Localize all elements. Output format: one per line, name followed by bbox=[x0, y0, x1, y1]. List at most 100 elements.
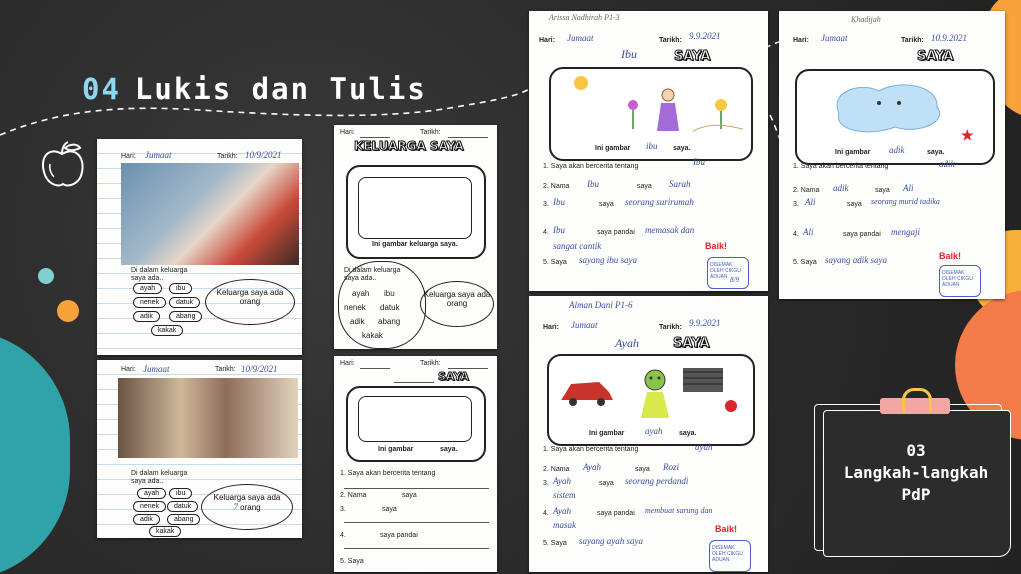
answer-3b: seorang murid tadika bbox=[871, 197, 940, 206]
question-3: 3. bbox=[340, 506, 346, 513]
hari-value: Jumaat bbox=[567, 33, 594, 43]
family-count-text: Keluarga saya ada bbox=[423, 290, 491, 299]
teacher-stamp: DISEMAK OLEH CIKGU ADUAN 8/9 bbox=[707, 257, 749, 289]
child-drawing-ibu bbox=[574, 76, 744, 132]
child-drawing-ayah bbox=[561, 368, 737, 418]
word-ibu: ibu bbox=[169, 488, 193, 499]
word-datuk: datuk bbox=[167, 501, 199, 512]
family-count-text: Keluarga saya ada bbox=[216, 288, 284, 297]
question-4-saya-pandai: saya pandai bbox=[380, 532, 418, 539]
caption: Ini gambar bbox=[835, 149, 871, 156]
orang-text: orang bbox=[240, 503, 261, 512]
question-3-saya: saya bbox=[599, 201, 614, 208]
word-nenek: nenek bbox=[344, 303, 366, 312]
teacher-stamp: DISEMAK OLEH CIKGU ADUAN bbox=[939, 265, 981, 297]
question-2: 2. Nama bbox=[543, 466, 570, 473]
question-1: 1. Saya akan bercerita tentang bbox=[543, 163, 639, 170]
answer-5: sayang adik saya bbox=[825, 255, 887, 265]
question-1: 1. Saya akan bercerita tentang bbox=[543, 446, 639, 453]
stamp-text: DISEMAK OLEH CIKGU ADUAN bbox=[942, 270, 973, 288]
answer-2b: Sarah bbox=[669, 179, 691, 189]
caption-end: saya. bbox=[927, 149, 945, 156]
answer-3a: Ayah bbox=[553, 476, 571, 486]
caption: Ini gambar bbox=[589, 430, 625, 437]
paper-clip-icon bbox=[902, 388, 932, 413]
word-abang: abang bbox=[169, 311, 203, 322]
family-prompt: Di dalam keluarga saya ada.. bbox=[344, 267, 401, 282]
next-section-card-text[interactable]: 03 Langkah-langkah PdP bbox=[823, 440, 1009, 506]
tarikh-label: Tarikh: bbox=[659, 324, 682, 331]
teacher-praise: Baik! bbox=[715, 524, 738, 534]
slide-title: 04 Lukis dan Tulis bbox=[82, 72, 427, 106]
slide-title-number: 04 bbox=[82, 72, 121, 106]
tarikh-value: 10/9/2021 bbox=[245, 150, 282, 160]
caption: Ini gambar keluarga saya. bbox=[372, 241, 458, 248]
family-count-oval: Keluarga saya ada orang bbox=[205, 279, 295, 325]
word-kakak: kakak bbox=[362, 331, 383, 340]
question-3-saya: saya bbox=[382, 506, 397, 513]
hari-value: Jumaat bbox=[571, 320, 598, 330]
question-5: 5. Saya bbox=[543, 259, 567, 266]
word-ibu: ibu bbox=[384, 289, 395, 298]
question-2-saya: saya bbox=[875, 187, 890, 194]
teacher-praise: Baik! bbox=[705, 241, 728, 251]
word-kakak: kakak bbox=[149, 526, 182, 537]
question-1: 1. Saya akan bercerita tentang bbox=[340, 470, 436, 477]
tarikh-label: Tarikh: bbox=[420, 129, 441, 136]
question-5: 5. Saya bbox=[340, 558, 364, 565]
caption-end: saya. bbox=[679, 430, 697, 437]
word-ayah: ayah bbox=[352, 289, 370, 298]
tarikh-label: Tarikh: bbox=[659, 37, 682, 44]
question-4: 4. bbox=[543, 510, 549, 517]
answer-4b: membuat sarung dan bbox=[645, 506, 713, 515]
blank-keluarga-worksheet: Hari: Tarikh: KELUARGA SAYA Ini gambar k… bbox=[334, 125, 497, 349]
question-2-saya: saya bbox=[637, 183, 652, 190]
question-4-saya-pandai: saya pandai bbox=[843, 231, 881, 238]
answer-2a: Ayah bbox=[583, 462, 601, 472]
hari-label: Hari: bbox=[340, 129, 355, 136]
slide-title-text: Lukis dan Tulis bbox=[134, 72, 427, 106]
drawing-frame: ★ Ini gambar adik saya. bbox=[795, 69, 995, 165]
answer-4b: mengaji bbox=[891, 227, 920, 237]
worksheet-heading: SAYA bbox=[672, 336, 710, 352]
card-line-2: PdP bbox=[901, 485, 931, 504]
answer-4a: Ibu bbox=[553, 225, 565, 235]
answer-2a: Ibu bbox=[587, 179, 599, 189]
hari-label: Hari: bbox=[539, 37, 555, 44]
orang-text: orang bbox=[239, 297, 261, 306]
tarikh-label: Tarikh: bbox=[215, 366, 236, 373]
question-5: 5. Saya bbox=[793, 259, 817, 266]
question-1: 1. Saya akan bercerita tentang bbox=[793, 163, 889, 170]
hari-label: Hari: bbox=[121, 366, 136, 373]
hari-label: Hari: bbox=[543, 324, 559, 331]
caption-end: saya. bbox=[440, 446, 458, 453]
orang-text: orang bbox=[446, 299, 468, 308]
answer-5: sayang ibu saya bbox=[579, 255, 637, 265]
answer-3b: seorang surirumah bbox=[625, 197, 694, 207]
word-kakak: kakak bbox=[151, 325, 184, 336]
answer-4a: Ali bbox=[803, 227, 814, 237]
caption-end: saya. bbox=[673, 145, 691, 152]
answer-5: sayang ayah saya bbox=[579, 536, 643, 546]
star-icon: ★ bbox=[961, 127, 974, 143]
question-4: 4. bbox=[793, 231, 799, 238]
hari-label: Hari: bbox=[121, 153, 136, 160]
word-abang: abang bbox=[378, 317, 401, 326]
tarikh-label: Tarikh: bbox=[217, 153, 238, 160]
answer-1: adik bbox=[939, 159, 955, 169]
family-count-oval: Keluarga saya ada 7 orang bbox=[201, 484, 293, 530]
question-2-saya: saya bbox=[635, 466, 650, 473]
completed-ibu-worksheet: Arissa Nadhirah P1-3 Hari: Jumaat Tarikh… bbox=[529, 11, 768, 291]
stamp-text: DISEMAK OLEH CIKGU ADUAN bbox=[712, 545, 743, 563]
completed-adik-worksheet: Khadijah Hari: Jumaat Tarikh: 10.9.2021 … bbox=[779, 11, 1005, 299]
word-adik: adik bbox=[133, 311, 160, 322]
student-name: Khadijah bbox=[851, 15, 881, 24]
drawing-frame: Ini gambar ayah saya. bbox=[547, 354, 755, 446]
hari-value: Jumaat bbox=[821, 33, 848, 43]
word-datuk: datuk bbox=[169, 297, 201, 308]
question-3: 3. bbox=[543, 201, 549, 208]
family-count-value: 7 bbox=[233, 502, 238, 512]
word-nenek: nenek bbox=[133, 501, 167, 512]
word-adik: adik bbox=[350, 317, 365, 326]
completed-ayah-worksheet: Alman Dani P1-6 Hari: Jumaat Tarikh: 9.9… bbox=[529, 296, 768, 572]
